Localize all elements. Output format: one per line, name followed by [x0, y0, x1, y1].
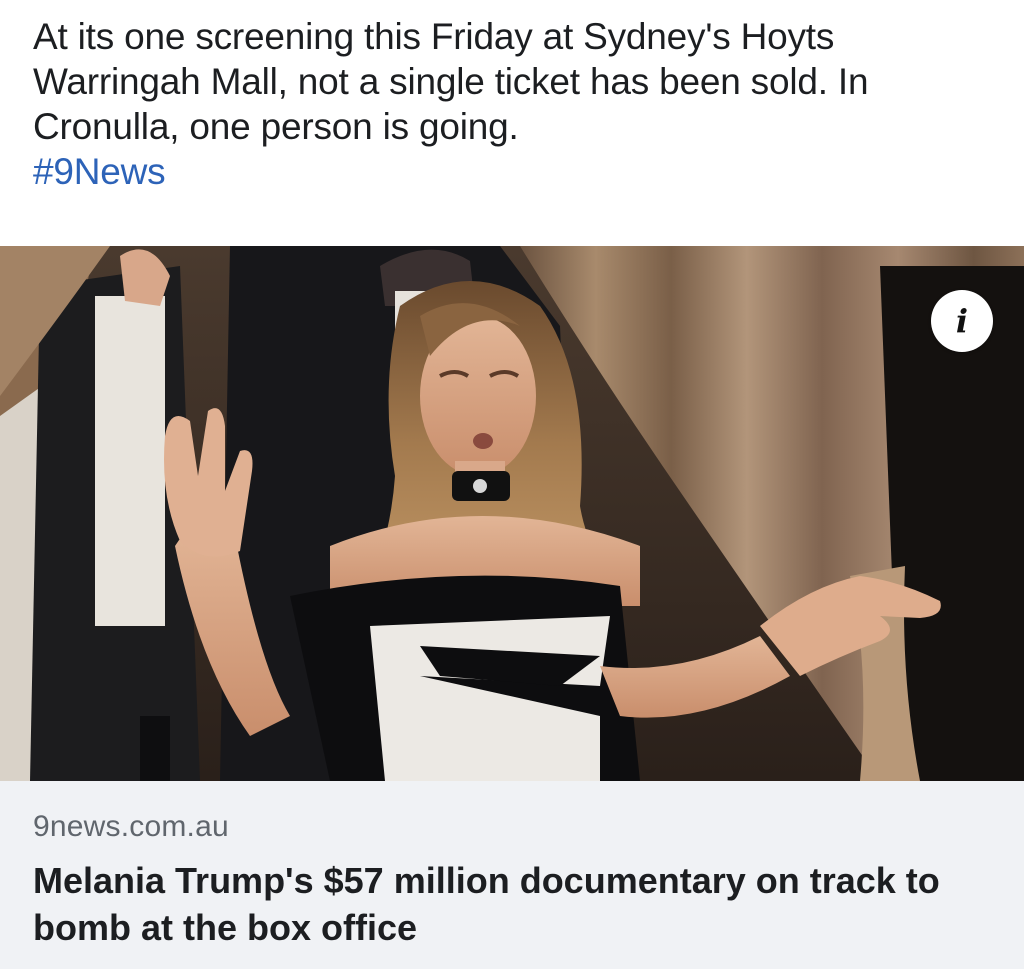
- link-card-meta[interactable]: 9news.com.au Melania Trump's $57 million…: [0, 781, 1024, 969]
- link-domain: 9news.com.au: [33, 810, 229, 843]
- info-icon: i: [955, 302, 969, 340]
- link-title[interactable]: Melania Trump's $57 million documentary …: [33, 857, 993, 951]
- post-body-text: At its one screening this Friday at Sydn…: [33, 16, 869, 147]
- hashtag-link[interactable]: #9News: [33, 149, 166, 194]
- link-preview-card[interactable]: i 9news.com.au Melania Trump's $57 milli…: [0, 246, 1024, 969]
- info-button[interactable]: i: [931, 290, 993, 352]
- post-text: At its one screening this Friday at Sydn…: [33, 14, 993, 194]
- article-photo[interactable]: i: [0, 246, 1024, 781]
